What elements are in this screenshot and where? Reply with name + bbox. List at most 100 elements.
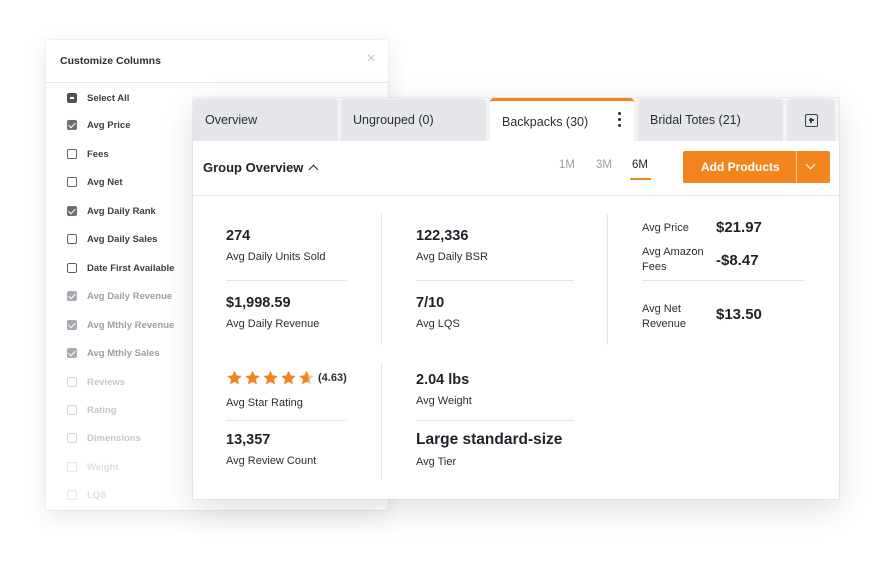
column-option[interactable]: Avg Daily Rank	[67, 203, 156, 219]
range-1m[interactable]: 1M	[559, 159, 575, 171]
column-option-label: Fees	[87, 148, 109, 160]
checkbox[interactable]	[67, 120, 77, 130]
plus-square-icon	[805, 113, 818, 127]
label-line: Revenue	[642, 318, 687, 330]
tab-label: Backpacks (30)	[502, 114, 589, 129]
checkbox[interactable]	[67, 490, 77, 500]
metric-star-rating: Avg Star Rating	[226, 391, 303, 409]
metric-revenue: $1,998.59 Avg Daily Revenue	[226, 295, 319, 330]
star-rating: (4.63)	[226, 370, 347, 386]
chevron-down-icon[interactable]	[805, 159, 816, 170]
customize-columns-title: Customize Columns	[60, 55, 161, 67]
column-option-label: Select All	[87, 92, 130, 104]
column-option[interactable]: Avg Daily Sales	[67, 231, 157, 247]
column-option-label: Avg Daily Sales	[87, 233, 158, 245]
checkbox[interactable]	[67, 377, 77, 387]
metric-label: Avg Daily Units Sold	[226, 251, 326, 263]
column-option-label: Avg Mthly Sales	[87, 347, 160, 359]
avg-fees-label: Avg Amazon Fees	[642, 245, 704, 275]
range-6m[interactable]: 6M	[632, 159, 648, 171]
column-option-label: Avg Price	[87, 119, 131, 131]
label-line: Avg Amazon	[642, 246, 704, 258]
checkbox[interactable]	[67, 462, 77, 472]
metric-lqs: 7/10 Avg LQS	[416, 295, 460, 330]
checkbox[interactable]	[67, 291, 77, 301]
column-option[interactable]: Avg Net	[67, 174, 123, 190]
star-icon	[299, 370, 314, 385]
metric-value: Large standard-size	[416, 431, 563, 448]
star-icon	[227, 370, 242, 385]
column-option[interactable]: Dimensions	[67, 430, 141, 446]
metric-value: 7/10	[416, 295, 445, 311]
avg-price-value: $21.97	[716, 219, 762, 236]
chevron-up-icon	[308, 164, 319, 174]
group-overview-title: Group Overview	[203, 160, 304, 175]
column-option-label: Dimensions	[87, 432, 141, 444]
column-option-label: Rating	[87, 404, 117, 416]
customize-columns-header: Customize Columns ×	[46, 40, 388, 83]
column-option[interactable]: Fees	[67, 146, 109, 162]
star-icon	[245, 370, 260, 385]
metric-units-sold: 274 Avg Daily Units Sold	[226, 228, 325, 263]
divider	[226, 280, 347, 281]
tab-backpacks[interactable]: Backpacks (30)	[490, 98, 634, 142]
metric-tier: Large standard-size Avg Tier	[416, 431, 562, 468]
tab-label: Overview	[205, 113, 258, 127]
checkbox[interactable]	[67, 433, 77, 443]
column-option[interactable]: Avg Mthly Revenue	[67, 317, 174, 333]
avg-net-value: $13.50	[716, 306, 762, 323]
metric-label: Avg Weight	[416, 395, 472, 407]
group-overview-toggle[interactable]: Group Overview	[203, 160, 319, 175]
column-option[interactable]: Select All	[67, 90, 129, 106]
checkbox[interactable]	[67, 263, 77, 273]
column-option-label: LQS	[87, 489, 107, 501]
column-option-label: Avg Daily Revenue	[87, 290, 173, 302]
column-option[interactable]: Weight	[67, 459, 119, 475]
checkbox[interactable]	[67, 177, 77, 187]
column-divider	[381, 214, 382, 345]
column-option-label: Weight	[87, 461, 119, 473]
column-option[interactable]: Avg Daily Revenue	[67, 288, 172, 304]
button-divider	[796, 151, 797, 183]
metric-label: Avg Review Count	[226, 455, 317, 467]
group-tabs: Overview Ungrouped (0) Backpacks (30) Br…	[193, 98, 839, 142]
checkbox[interactable]	[67, 348, 77, 358]
active-range-indicator	[630, 178, 651, 180]
checkbox[interactable]	[67, 149, 77, 159]
metric-label: Avg Daily Revenue	[226, 318, 320, 330]
column-option[interactable]: Rating	[67, 402, 117, 418]
tab-overview[interactable]: Overview	[193, 99, 338, 141]
label-line: Avg Net	[642, 303, 681, 315]
star-icon	[281, 370, 296, 385]
column-option[interactable]: Avg Price	[67, 117, 130, 133]
avg-net-label: Avg Net Revenue	[642, 302, 686, 332]
divider	[642, 280, 805, 281]
metric-value: $1,998.59	[226, 295, 291, 311]
add-tab-button[interactable]	[787, 99, 835, 141]
checkbox[interactable]	[67, 405, 77, 415]
column-option[interactable]: Avg Mthly Sales	[67, 345, 160, 361]
metric-label: Avg Tier	[416, 456, 457, 468]
range-3m[interactable]: 3M	[596, 159, 612, 171]
metric-value: 274	[226, 228, 251, 244]
more-vertical-icon[interactable]	[618, 112, 622, 127]
metric-review-count: 13,357 Avg Review Count	[226, 432, 316, 467]
tab-bridal-totes[interactable]: Bridal Totes (21)	[638, 99, 783, 141]
add-products-button[interactable]: Add Products	[683, 151, 830, 183]
column-option[interactable]: Date First Available	[67, 260, 174, 276]
close-icon[interactable]: ×	[367, 50, 376, 68]
divider	[416, 420, 574, 421]
checkbox[interactable]	[67, 320, 77, 330]
column-divider	[607, 214, 608, 345]
tab-label: Ungrouped (0)	[353, 113, 434, 127]
avg-fees-value: -$8.47	[716, 252, 759, 269]
star-icon	[263, 370, 278, 385]
checkbox[interactable]	[67, 93, 77, 103]
column-option[interactable]: LQS	[67, 487, 107, 503]
checkbox[interactable]	[67, 234, 77, 244]
tab-ungrouped[interactable]: Ungrouped (0)	[341, 99, 486, 141]
column-option[interactable]: Reviews	[67, 374, 125, 390]
rating-number: (4.63)	[318, 372, 347, 384]
add-products-label: Add Products	[701, 160, 780, 174]
checkbox[interactable]	[67, 206, 77, 216]
